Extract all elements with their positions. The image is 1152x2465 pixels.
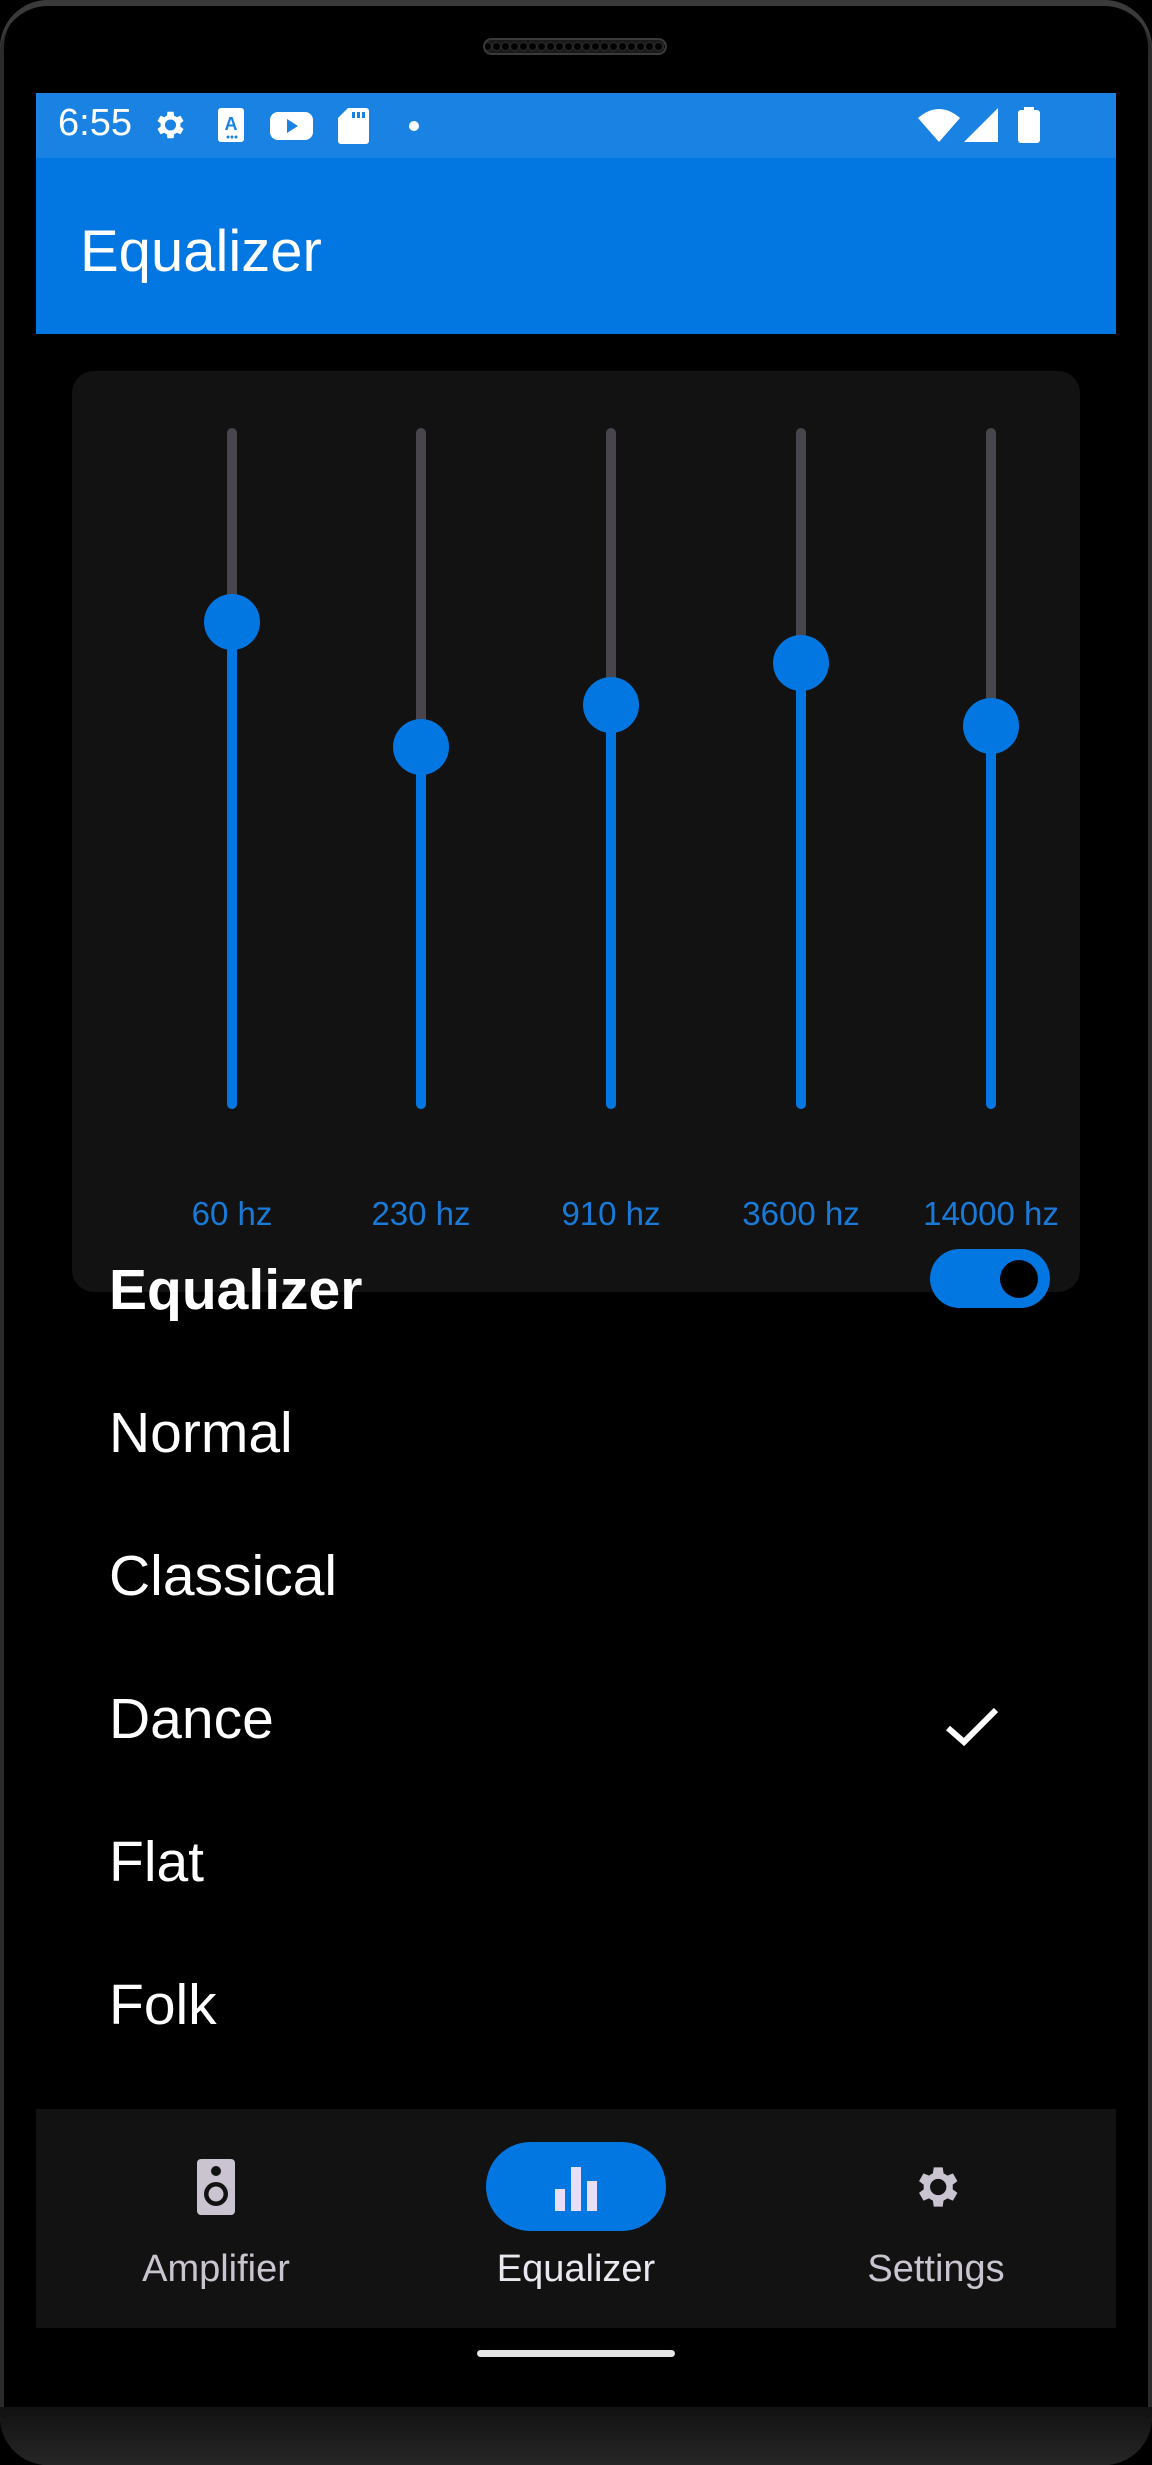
status-bar: 6:55 A: [36, 93, 1116, 158]
screen: 6:55 A Equalizer 60 hz 230 hz 910 hz 360…: [36, 93, 1116, 2407]
equalizer-panel: 60 hz 230 hz 910 hz 3600 hz 14000 hz: [72, 371, 1080, 1292]
slider-fill: [606, 705, 616, 1109]
speaker-grill: [483, 38, 667, 55]
nav-item-settings[interactable]: Settings: [756, 2109, 1116, 2328]
font-a-icon: A: [218, 108, 244, 142]
speaker-icon: [197, 2158, 235, 2215]
home-indicator[interactable]: [477, 2350, 675, 2357]
preset-item-dance[interactable]: Dance: [36, 1662, 1116, 1805]
nav-indicator: [846, 2142, 1026, 2231]
slider-thumb[interactable]: [204, 594, 260, 651]
band-slider[interactable]: 14000 hz: [923, 371, 1059, 1292]
nav-label: Amplifier: [142, 2248, 290, 2290]
slider-fill: [227, 622, 237, 1109]
slider-fill: [416, 746, 426, 1109]
preset-label: Folk: [109, 1973, 217, 2037]
preset-item-folk[interactable]: Folk: [36, 1948, 1116, 2091]
status-time: 6:55: [58, 102, 132, 144]
nav-item-equalizer[interactable]: Equalizer: [396, 2109, 756, 2328]
switch-thumb: [1000, 1260, 1038, 1298]
nav-label: Equalizer: [496, 2248, 656, 2290]
band-label: 14000 hz: [923, 1195, 1059, 1232]
band-label: 230 hz: [371, 1195, 471, 1232]
preset-label: Flat: [109, 1830, 205, 1894]
nav-indicator: [126, 2142, 306, 2231]
page-title: Equalizer: [80, 219, 322, 284]
cell-signal-icon: [964, 108, 998, 142]
equalizer-toggle-row[interactable]: Equalizer: [36, 1233, 1116, 1343]
bottom-navigation: Amplifier Equalizer Settings: [36, 2109, 1116, 2328]
nav-label: Settings: [867, 2248, 1005, 2290]
checkmark-icon: [946, 1707, 999, 1747]
nav-item-amplifier[interactable]: Amplifier: [36, 2109, 396, 2328]
equalizer-switch[interactable]: [930, 1249, 1050, 1308]
band-slider[interactable]: 230 hz: [361, 371, 481, 1292]
settings-icon: [157, 111, 184, 139]
band-slider[interactable]: 60 hz: [172, 371, 292, 1292]
nav-indicator-active: [486, 2142, 666, 2231]
slider-thumb[interactable]: [583, 677, 639, 734]
app-bar: Equalizer: [36, 158, 1116, 334]
device-bottom-bezel: [0, 2407, 1152, 2465]
band-label: 60 hz: [191, 1195, 273, 1232]
preset-label: Dance: [109, 1687, 274, 1751]
wifi-icon: [918, 109, 960, 142]
slider-fill: [796, 662, 806, 1109]
preset-label: Normal: [109, 1401, 293, 1465]
device-frame: 6:55 A Equalizer 60 hz 230 hz 910 hz 360…: [0, 0, 1152, 2465]
notification-dot-icon: [409, 121, 419, 131]
battery-icon: [1018, 107, 1040, 143]
band-slider[interactable]: 3600 hz: [741, 371, 861, 1292]
band-slider[interactable]: 910 hz: [551, 371, 671, 1292]
preset-list: Normal Classical Dance Flat Folk: [36, 1376, 1116, 2091]
slider-thumb[interactable]: [393, 718, 449, 775]
equalizer-toggle-label: Equalizer: [109, 1258, 363, 1322]
preset-item-classical[interactable]: Classical: [36, 1519, 1116, 1662]
band-label: 3600 hz: [742, 1195, 860, 1232]
settings-icon: [919, 2166, 958, 2207]
preset-item-normal[interactable]: Normal: [36, 1376, 1116, 1519]
preset-label: Classical: [109, 1544, 338, 1608]
sd-card-icon: [338, 108, 369, 144]
slider-thumb[interactable]: [773, 634, 829, 691]
slider-fill: [986, 726, 996, 1109]
slider-thumb[interactable]: [963, 698, 1019, 755]
equalizer-bars-icon: [555, 2166, 597, 2211]
band-label: 910 hz: [561, 1195, 661, 1232]
preset-item-flat[interactable]: Flat: [36, 1805, 1116, 1948]
svg-text:A: A: [225, 114, 238, 134]
youtube-icon: [270, 112, 313, 140]
